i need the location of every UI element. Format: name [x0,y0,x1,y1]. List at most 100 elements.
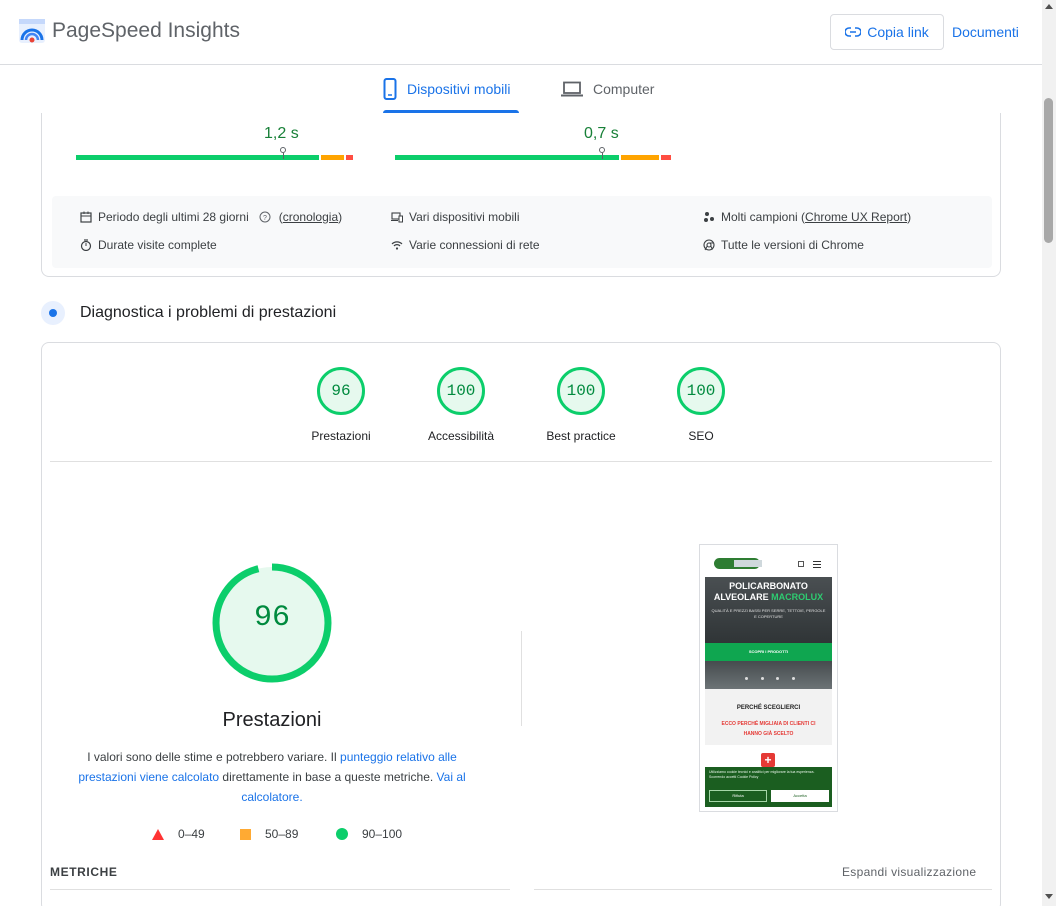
score-value: 100 [677,367,725,415]
score-label: Accessibilità [427,429,495,443]
svg-text:?: ? [263,215,267,222]
info-devices-text: Vari dispositivi mobili [409,210,520,224]
top-bar: PageSpeed Insights Copia link Documenti [0,0,1042,65]
screenshot-why-title: PERCHÉ SCEGLIERCI [736,705,801,711]
info-visits: Durate visite complete [80,238,217,252]
score-disclaimer: I valori sono delle stime e potrebbero v… [76,747,468,807]
score-label: SEO [688,429,714,443]
info-network-text: Varie connessioni di rete [409,238,540,252]
calendar-icon [80,211,92,223]
triangle-icon [152,828,164,840]
tab-desktop-label: Computer [593,81,655,97]
timeline-link[interactable]: cronologia [283,210,338,224]
scroll-down-arrow-icon[interactable] [1045,894,1053,899]
devices-icon [391,212,403,223]
divider [50,461,992,462]
screenshot-headline: POLICARBONATO ALVEOLARE MACROLUX [713,581,824,602]
screenshot-hero: POLICARBONATO ALVEOLARE MACROLUX QUALITÀ … [705,577,832,689]
disclaimer-text: I valori sono delle stime e potrebbero v… [87,750,341,764]
divider [534,889,992,890]
info-chrome: Tutte le versioni di Chrome [703,238,864,252]
distribution-marker [602,153,603,159]
score-gauge-best-practices[interactable]: 100 Best practice [526,367,636,443]
tab-mobile[interactable]: Dispositivi mobili [383,65,520,113]
info-samples-suffix: ) [907,210,912,224]
tab-mobile-label: Dispositivi mobili [407,81,511,97]
legend-range: 0–49 [178,827,205,841]
info-period: Periodo degli ultimi 28 giorni ? (cronol… [80,210,342,224]
crux-link[interactable]: Chrome UX Report [805,210,907,224]
tab-desktop[interactable]: Computer [561,65,654,113]
field-data-info: Periodo degli ultimi 28 giorni ? (cronol… [52,196,992,268]
screenshot-cookie-text: Utilizziamo cookie tecnici e analitici p… [709,770,815,779]
legend-good: 90–100 [336,827,402,841]
info-samples-prefix: Molti campioni ( [721,210,806,224]
samples-icon [704,212,714,222]
info-samples: Molti campioni (Chrome UX Report) [703,210,911,224]
page-scrollbar[interactable] [1042,0,1056,906]
swiss-cross-icon: + [761,753,775,767]
screenshot-subtitle: QUALITÀ E PREZZI BASSI PER SERRE, TETTOI… [711,608,826,619]
performance-label: Prestazioni [222,709,322,731]
info-chrome-text: Tutte le versioni di Chrome [721,238,864,252]
field-data-card: 1,2 s 0,7 s Periodo degli ultimi 28 gior… [41,113,1001,277]
info-visits-text: Durate visite complete [98,238,217,252]
scroll-up-arrow-icon[interactable] [1045,4,1053,9]
copy-link-label: Copia link [867,24,929,40]
laptop-icon [561,81,583,97]
link-icon [845,27,862,37]
diagnostics-title: Diagnostica i problemi di prestazioni [80,304,337,321]
square-icon [240,828,251,840]
score-value: 100 [557,367,605,415]
distribution-marker-dot [599,147,605,153]
final-screenshot: POLICARBONATO ALVEOLARE MACROLUX QUALITÀ … [699,544,838,812]
report-card: 96 Prestazioni 100 Accessibilità 100 Bes… [41,342,1001,906]
legend-range: 90–100 [362,827,403,841]
menu-icon [813,561,821,568]
app-title: PageSpeed Insights [52,19,240,42]
wifi-icon [391,241,403,250]
score-gauge-accessibility[interactable]: 100 Accessibilità [406,367,516,443]
screenshot-cta: SCOPRI I PRODOTTI [705,643,832,661]
screenshot-logo-text [734,560,762,567]
info-network: Varie connessioni di rete [391,238,540,252]
lab-data-icon [41,301,65,325]
copy-link-button[interactable]: Copia link [830,14,944,50]
carousel-dots [745,677,795,680]
score-value: 100 [437,367,485,415]
screenshot-cookie-banner: Utilizziamo cookie tecnici e analitici p… [705,767,832,807]
distribution-bar [395,155,671,160]
metric-value: 1,2 s [264,125,299,142]
device-tabs: Dispositivi mobili Computer [0,65,1042,113]
score-label: Prestazioni [311,429,371,443]
metric-value: 0,7 s [584,125,619,142]
score-value: 96 [317,367,365,415]
vertical-divider [521,631,522,726]
score-label: Best practice [546,429,616,443]
circle-icon [336,828,348,840]
performance-score: 96 [253,601,290,635]
distribution-marker [283,153,284,159]
disclaimer-text: direttamente in base a queste metriche. [219,770,437,784]
distribution-bar [76,155,353,160]
scrollbar-thumb[interactable] [1044,98,1053,243]
pagespeed-logo-icon [19,19,45,43]
expand-view-toggle[interactable]: Espandi visualizzazione [842,865,976,879]
screenshot-accept: Accetta [771,790,829,802]
cart-icon [798,561,804,567]
divider [50,889,510,890]
docs-link[interactable]: Documenti [952,24,1019,40]
chrome-icon [703,239,715,251]
screenshot-why-subtitle: ECCO PERCHÉ MIGLIAIA DI CLIENTI CI HANNO… [721,721,816,737]
legend-average: 50–89 [240,827,298,841]
legend-range: 50–89 [265,827,299,841]
score-gauge-seo[interactable]: 100 SEO [646,367,756,443]
legend-poor: 0–49 [152,827,205,841]
score-gauge-performance[interactable]: 96 Prestazioni [286,367,396,443]
distribution-marker-dot [280,147,286,153]
info-period-text: Periodo degli ultimi 28 giorni [98,210,249,224]
smartphone-icon [383,78,397,100]
timer-icon [80,239,92,251]
help-icon[interactable]: ? [259,211,271,223]
metrics-heading: METRICHE [50,865,118,879]
